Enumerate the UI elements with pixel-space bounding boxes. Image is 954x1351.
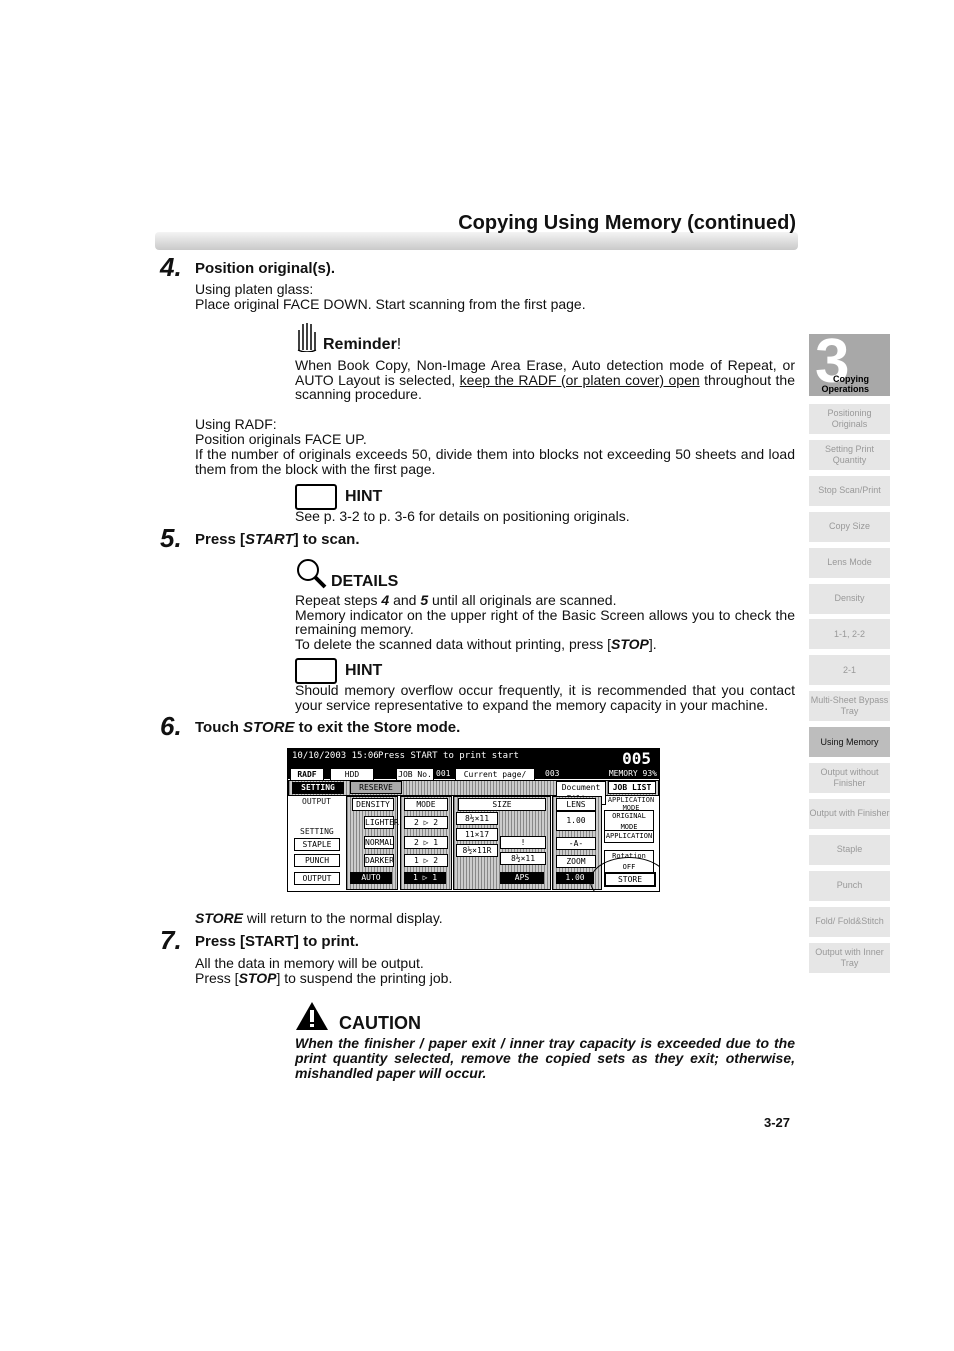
- magnifier-icon: [295, 557, 327, 594]
- manual-page: Copying Using Memory (continued) 4. Posi…: [0, 0, 954, 1351]
- details-label: DETAILS: [331, 573, 399, 590]
- output-button: OUTPUT: [294, 872, 340, 885]
- step-heading: Position original(s).: [195, 260, 336, 277]
- hint-header: HINT: [295, 484, 382, 510]
- reminder-hand-icon: [295, 320, 319, 357]
- job-list-button: JOB LIST: [608, 781, 656, 794]
- setting-tab: SETTING: [292, 782, 344, 794]
- chapter-tab[interactable]: 3 Copying Operations: [809, 327, 890, 396]
- sidebar-tab[interactable]: Staple: [809, 834, 890, 865]
- sidebar-tab[interactable]: Setting Print Quantity: [809, 439, 890, 470]
- hint-text: See p. 3-2 to p. 3-6 for details on posi…: [295, 508, 630, 524]
- step-body: Using RADF: Position originals FACE UP. …: [195, 417, 795, 477]
- step-number: 7.: [160, 925, 182, 955]
- text-line: Using RADF:: [195, 416, 277, 432]
- sidebar-tab[interactable]: Multi-Sheet Bypass Tray: [809, 691, 890, 722]
- step-heading: Touch STORE to exit the Store mode.: [195, 719, 461, 736]
- sidebar-tab[interactable]: Punch: [809, 870, 890, 901]
- sidebar-tab[interactable]: Output with Finisher: [809, 798, 890, 829]
- sidebar-tab[interactable]: Fold/ Fold&Stitch: [809, 906, 890, 937]
- sidebar-tab[interactable]: Copy Size: [809, 511, 890, 542]
- chapter-title: Copying Operations: [821, 374, 869, 394]
- sidebar-tab[interactable]: 2-1: [809, 655, 890, 686]
- text-line: If the number of originals exceeds 50, d…: [195, 446, 795, 477]
- caution-text: When the finisher / paper exit / inner t…: [295, 1035, 795, 1081]
- sidebar-tab[interactable]: Output without Finisher: [809, 763, 890, 793]
- sidebar-tab[interactable]: Output with Inner Tray: [809, 942, 890, 973]
- book-icon: [295, 484, 337, 510]
- text-line: Position originals FACE UP.: [195, 431, 367, 447]
- control-panel-screenshot: 10/10/2003 15:06 Press START to print st…: [287, 748, 660, 892]
- text-line: Place original FACE DOWN. Start scanning…: [195, 296, 586, 312]
- step-heading: Press [START] to scan.: [195, 531, 360, 548]
- step-heading: Press [START] to print.: [195, 933, 359, 950]
- caution-label: CAUTION: [339, 1013, 421, 1033]
- sidebar-tab[interactable]: Using Memory: [809, 727, 890, 758]
- hint-header: HINT: [295, 658, 382, 684]
- reminder-link: keep the RADF (or platen cover) open: [459, 371, 700, 388]
- step-number: 5.: [160, 523, 182, 553]
- sidebar-tab[interactable]: Density: [809, 583, 890, 614]
- sidebar-tab[interactable]: Stop Scan/Print: [809, 475, 890, 506]
- reserve-tab: RESERVE: [350, 781, 402, 794]
- sidebar-tab[interactable]: 1-1, 2-2: [809, 619, 890, 650]
- step-number: 6.: [160, 711, 182, 741]
- details-text: Repeat steps 4 and 5 until all originals…: [295, 592, 795, 652]
- hint-text: Should memory overflow occur frequently,…: [295, 682, 795, 713]
- step-body: Using platen glass: Place original FACE …: [195, 282, 795, 312]
- sidebar-tab[interactable]: Lens Mode: [809, 547, 890, 578]
- book-icon: [295, 658, 337, 684]
- page-number: 3-27: [764, 1115, 791, 1130]
- page-title: Copying Using Memory (continued): [458, 212, 796, 234]
- staple-button: STAPLE: [294, 838, 340, 851]
- lcd-status-bar: 10/10/2003 15:06 Press START to print st…: [288, 749, 659, 792]
- reminder-label: Reminder!: [323, 336, 402, 353]
- warning-icon: [295, 1001, 329, 1036]
- text-line: Using platen glass:: [195, 281, 314, 297]
- punch-button: PUNCH: [294, 854, 340, 867]
- step-body: All the data in memory will be output. P…: [195, 955, 453, 986]
- step-body: STORE will return to the normal display.: [195, 910, 443, 926]
- step-number: 4.: [160, 252, 182, 282]
- sidebar-tab[interactable]: Positioning Originals: [809, 404, 890, 434]
- reminder-text: When Book Copy, Non-Image Area Erase, Au…: [295, 357, 796, 402]
